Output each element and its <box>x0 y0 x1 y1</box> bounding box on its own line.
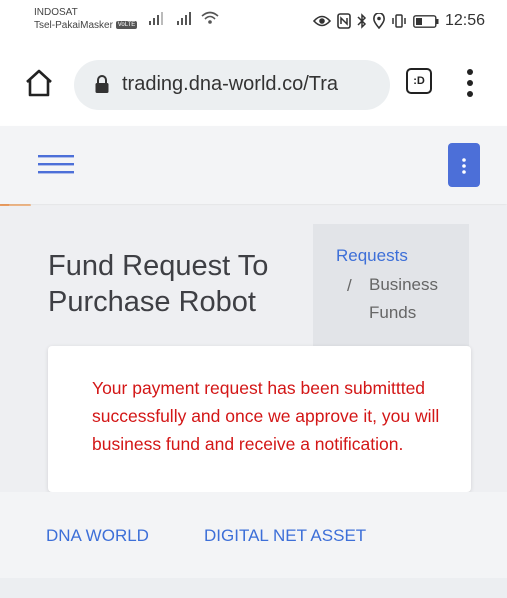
alert-message: Your payment request has been submittted… <box>92 378 440 454</box>
bottom-strip <box>0 578 507 598</box>
page-title: Fund Request To Purchase Robot <box>48 250 269 318</box>
status-time: 12:56 <box>444 12 485 29</box>
nfc-icon <box>337 13 351 29</box>
page-content: Fund Request To Purchase Robot Requests … <box>0 206 507 492</box>
bluetooth-icon <box>357 13 367 29</box>
success-alert: Your payment request has been submittted… <box>48 346 471 492</box>
footer-link-dna-world[interactable]: DNA WORLD <box>46 526 149 546</box>
carrier-sub: Tsel-PakaiMasker VoLTE <box>34 20 138 31</box>
vibrate-icon <box>392 14 406 28</box>
tab-switcher-icon[interactable]: :D <box>406 68 432 94</box>
lock-icon <box>95 75 109 93</box>
more-vert-icon[interactable] <box>462 66 478 100</box>
home-icon[interactable] <box>22 66 56 100</box>
carrier-sub-label: Tsel-PakaiMasker <box>34 20 113 31</box>
breadcrumb: Requests / Business Funds <box>313 224 469 348</box>
options-button[interactable] <box>448 143 480 187</box>
footer: DNA WORLD DIGITAL NET ASSET <box>0 492 507 578</box>
breadcrumb-link-requests[interactable]: Requests <box>336 246 408 266</box>
site-navbar <box>0 126 507 204</box>
wifi-icon <box>201 11 219 24</box>
battery-icon <box>413 14 439 28</box>
hamburger-icon[interactable] <box>38 150 74 178</box>
status-icons: 12:56 <box>312 12 485 30</box>
url-text: trading.dna-world.co/Tra <box>122 73 339 95</box>
eye-icon <box>312 15 331 27</box>
location-icon <box>373 13 385 29</box>
volte-badge: VoLTE <box>115 21 138 30</box>
carrier-name: INDOSAT <box>34 7 78 18</box>
footer-link-digital-net-asset[interactable]: DIGITAL NET ASSET <box>204 526 366 546</box>
url-bar[interactable]: trading.dna-world.co/Tra <box>74 60 390 110</box>
signal-icon-2 <box>177 12 191 25</box>
browser-toolbar: trading.dna-world.co/Tra :D <box>0 46 507 126</box>
kebab-icon <box>462 158 466 174</box>
breadcrumb-separator: / <box>347 276 352 295</box>
breadcrumb-current: Business Funds <box>369 275 438 322</box>
signal-icon <box>149 12 163 25</box>
carrier-info: INDOSAT Tsel-PakaiMasker VoLTE <box>34 7 138 31</box>
status-bar: INDOSAT Tsel-PakaiMasker VoLTE 12:56 <box>0 0 507 46</box>
